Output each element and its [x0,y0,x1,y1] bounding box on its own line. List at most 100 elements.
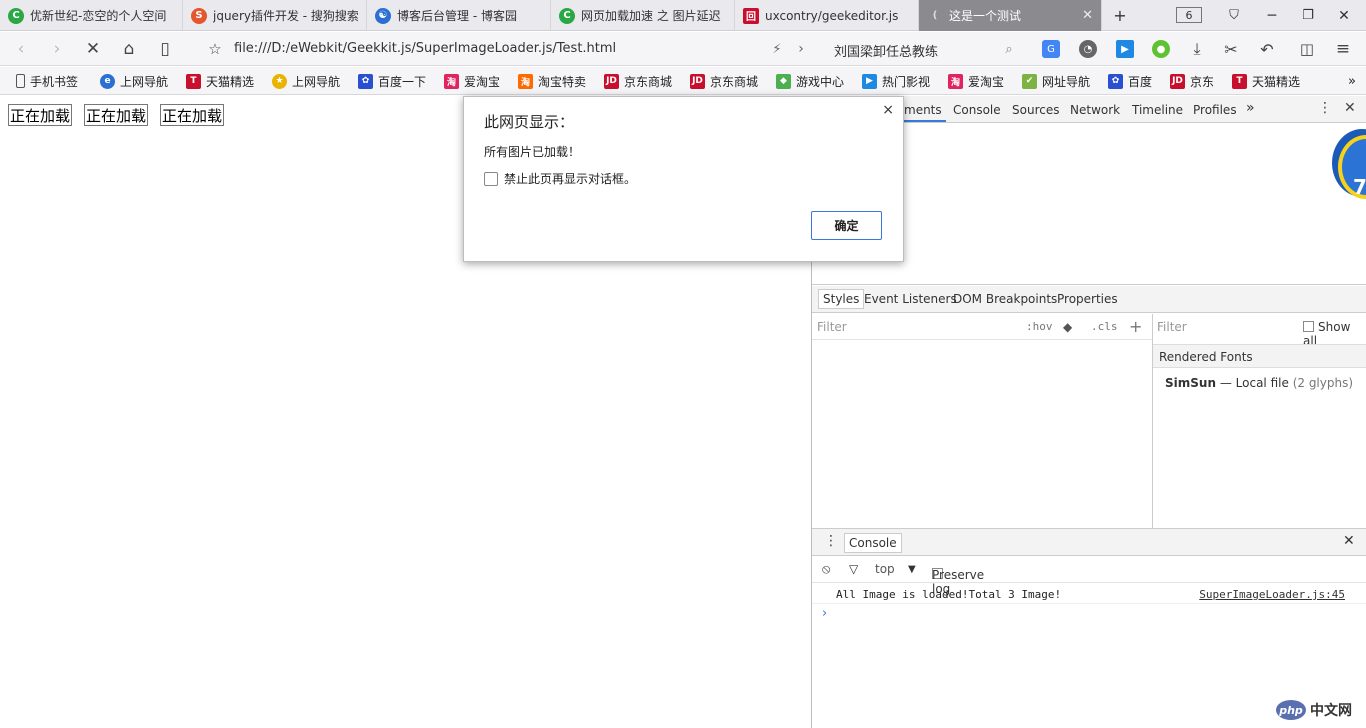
more-tabs-icon[interactable]: » [1246,100,1255,116]
menu-icon[interactable]: ≡ [1330,32,1356,66]
search-input[interactable]: 刘国梁卸任总教练 [834,41,938,60]
computed-filter-input[interactable]: Filter [1157,320,1187,334]
stop-loading-icon[interactable]: ✕ [80,32,106,66]
wechat-icon[interactable]: ● [1152,40,1170,58]
chevron-right-icon[interactable]: › [788,32,814,66]
watermark: php 中文网 [1276,698,1356,722]
console-drawer-header: ⋮ Console ✕ [812,528,1366,556]
scissors-icon[interactable]: ✂ [1218,32,1244,66]
reader-mode-icon[interactable]: ▯ [152,32,178,66]
restore-icon[interactable]: ❐ [1294,0,1322,31]
tab-console[interactable]: Console [953,103,1001,117]
browser-tab-1[interactable]: C 优新世纪-恋空的个人空间 [0,0,183,31]
star-icon[interactable]: ☆ [202,32,228,66]
context-select[interactable]: top [875,562,895,576]
bookmark-item[interactable]: 淘淘宝特卖 [518,72,586,90]
forward-icon[interactable]: › [44,32,70,66]
new-tab-button[interactable]: + [1108,0,1132,31]
lightning-icon[interactable]: ⚡ [764,32,790,66]
kebab-menu-icon[interactable]: ⋮ [1318,100,1332,116]
back-icon[interactable]: ‹ [8,32,34,66]
tmall-icon: T [1232,73,1247,89]
dialog-close-icon[interactable]: × [882,102,894,118]
chevron-down-icon[interactable]: ▼ [908,564,916,575]
ie-icon: e [100,73,115,89]
translate-icon[interactable]: G [1042,40,1060,58]
tab-title: jquery插件开发 - 搜狗搜索 [213,9,358,23]
search-icon[interactable]: ⌕ [996,32,1022,66]
video-icon[interactable]: ▶ [1116,40,1134,58]
tab-count-badge[interactable]: 6 [1176,7,1202,23]
ghost-icon[interactable]: ◔ [1079,40,1097,58]
bookmarks-overflow-icon[interactable]: » [1348,72,1356,90]
bookmark-item[interactable]: ★ 上网导航 [272,72,340,90]
loading-button-2[interactable]: 正在加载 [84,104,149,126]
address-input[interactable]: file:///D:/eWebkit/Geekkit.js/SuperImage… [234,41,616,56]
bookmark-item[interactable]: T 天猫精选 [186,72,254,90]
log-source-link[interactable]: SuperImageLoader.js:45 [1199,588,1345,601]
loading-button-3[interactable]: 正在加载 [160,104,225,126]
add-rule-icon[interactable]: + [1129,317,1142,336]
loading-button-1[interactable]: 正在加载 [8,104,73,126]
browser-tab-4[interactable]: C 网页加载加速 之 图片延迟 [551,0,735,31]
bookmark-item[interactable]: JD 京东 [1170,72,1214,90]
taobao-icon: 淘 [518,73,533,89]
tab-profiles[interactable]: Profiles [1193,103,1237,117]
bookmark-item[interactable]: T 天猫精选 [1232,72,1300,90]
tab-sources[interactable]: Sources [1012,103,1059,117]
diamond-icon[interactable]: ◆ [1063,320,1072,334]
bookmark-item[interactable]: ✔ 网址导航 [1022,72,1090,90]
tab-event-listeners[interactable]: Event Listeners [864,292,957,306]
bookmark-item[interactable]: ✿ 百度一下 [358,72,426,90]
browser-tab-3[interactable]: ☯ 博客后台管理 - 博客园 [367,0,551,31]
bookmark-item[interactable]: JD 京东商城 [604,72,672,90]
bookmark-item[interactable]: ◆ 游戏中心 [776,72,844,90]
bookmark-item[interactable]: 手机书签 [16,72,78,90]
close-drawer-icon[interactable]: ✕ [1343,533,1355,549]
tab-properties[interactable]: Properties [1057,292,1118,306]
cls-toggle[interactable]: .cls [1091,320,1118,333]
clear-console-icon[interactable]: ⦸ [822,562,830,577]
tab-network[interactable]: Network [1070,103,1120,117]
drawer-menu-icon[interactable]: ⋮ [824,533,838,549]
download-icon[interactable]: ⤓ [1184,32,1210,66]
home-icon[interactable]: ⌂ [116,32,142,66]
bookmark-item[interactable]: JD 京东商城 [690,72,758,90]
browser-tab-5[interactable]: 回 uxcontry/geekeditor.js [735,0,919,31]
styles-filter-input[interactable]: Filter [817,320,847,334]
bookmark-label: 游戏中心 [796,74,845,89]
tab-timeline[interactable]: Timeline [1132,103,1183,117]
tab-styles[interactable]: Styles [818,289,865,309]
computed-pane: Filter Show all Rendered Fonts SimSun — … [1152,314,1366,528]
font-source: Local file [1235,376,1289,390]
close-devtools-icon[interactable]: ✕ [1344,100,1356,116]
rendered-fonts-header[interactable]: Rendered Fonts [1153,344,1366,368]
console-prompt[interactable]: › [822,606,827,621]
dialog-title: 此网页显示： [484,113,575,131]
tab-elements[interactable]: ments [904,103,942,117]
ok-button[interactable]: 确定 [811,211,882,240]
tab-title: 优新世纪-恋空的个人空间 [30,9,167,23]
undo-icon[interactable]: ↶ [1254,32,1280,66]
browser-tab-2[interactable]: S jquery插件开发 - 搜狗搜索 [183,0,367,31]
console-drawer-tab[interactable]: Console [844,533,902,553]
browser-tab-6-active[interactable]: ( 这是一个测试 ✕ [919,0,1102,31]
close-tab-icon[interactable]: ✕ [1082,8,1093,23]
suppress-dialogs-checkbox[interactable]: 禁止此页再显示对话框。 [484,170,636,187]
minimize-icon[interactable]: ─ [1258,0,1286,31]
bookmark-item[interactable]: e 上网导航 [100,72,168,90]
bookmark-label: 爱淘宝 [968,74,1005,89]
tab-favicon-icon: C [8,7,24,24]
bookmark-item[interactable]: ✿ 百度 [1108,72,1152,90]
tab-dom-breakpoints[interactable]: DOM Breakpoints [953,292,1057,306]
tab-favicon-icon: S [191,7,207,24]
close-window-icon[interactable]: ✕ [1330,0,1358,31]
filter-icon[interactable]: ▽ [849,562,858,576]
bookmark-item[interactable]: ▶ 热门影视 [862,72,930,90]
bookmark-item[interactable]: 淘爱淘宝 [948,72,1004,90]
hov-toggle[interactable]: :hov [1026,320,1053,333]
tab-title: 博客后台管理 - 博客园 [397,9,517,23]
bookmark-item[interactable]: 淘爱淘宝 [444,72,500,90]
shirt-icon[interactable]: ⛉ [1222,0,1246,31]
bag-icon[interactable]: ◫ [1294,32,1320,66]
